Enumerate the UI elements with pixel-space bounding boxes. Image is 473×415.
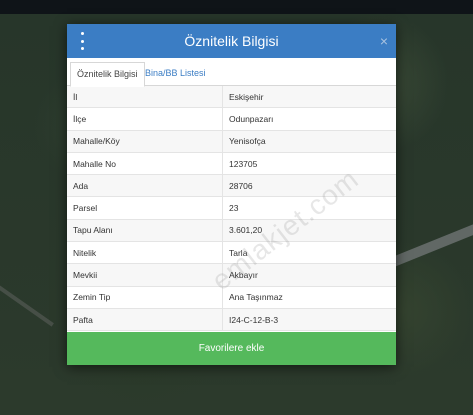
attribute-key: Mevkii	[67, 263, 223, 287]
attribute-table: İl Eskişehir İlçe Odunpazarı Mahalle/Köy Yeni…	[67, 86, 396, 332]
map-road	[383, 200, 473, 270]
attribute-key: Zemin Tip	[67, 286, 223, 309]
attribute-key: Pafta	[67, 308, 223, 332]
table-row: İlçe Odunpazarı	[67, 107, 396, 131]
attribute-value: 123705	[222, 152, 396, 176]
tab-building-list[interactable]: Bina/BB Listesi	[139, 62, 212, 85]
tab-attribute-info[interactable]: Öznitelik Bilgisi	[70, 62, 145, 87]
modal-header: Öznitelik Bilgisi ×	[67, 24, 396, 58]
table-row: Ada 28706	[67, 174, 396, 198]
attribute-key: Nitelik	[67, 241, 223, 265]
attribute-value: Ana Taşınmaz	[222, 286, 396, 309]
table-row: Tapu Alanı 3.601,20	[67, 219, 396, 243]
attribute-value: Tarla	[222, 241, 396, 265]
attribute-value: 28706	[222, 174, 396, 198]
attribute-value: Odunpazarı	[222, 107, 396, 131]
attribute-value: Yenisofça	[222, 130, 396, 153]
attribute-value: 3.601,20	[222, 219, 396, 243]
attribute-key: Ada	[67, 174, 223, 198]
close-icon[interactable]: ×	[380, 24, 388, 58]
table-row: Parsel 23	[67, 196, 396, 220]
attribute-key: İl	[67, 86, 223, 109]
attribute-value: Akbayır	[222, 263, 396, 287]
attribute-key: Parsel	[67, 196, 223, 220]
table-row: Mahalle No 123705	[67, 152, 396, 176]
table-row: Zemin Tip Ana Taşınmaz	[67, 286, 396, 309]
add-to-favorites-button[interactable]: Favorilere ekle	[67, 332, 396, 365]
table-row: Pafta I24-C-12-B-3	[67, 308, 396, 332]
attribute-key: Mahalle/Köy	[67, 130, 223, 153]
attribute-key: Mahalle No	[67, 152, 223, 176]
attribute-key: İlçe	[67, 107, 223, 131]
table-row: Nitelik Tarla	[67, 241, 396, 265]
table-row: Mevkii Akbayır	[67, 263, 396, 287]
modal-title: Öznitelik Bilgisi	[184, 33, 279, 49]
table-row: Mahalle/Köy Yenisofça	[67, 130, 396, 153]
attribute-key: Tapu Alanı	[67, 219, 223, 243]
attribute-value: I24-C-12-B-3	[222, 308, 396, 332]
map-path	[0, 277, 54, 327]
attribute-value: 23	[222, 196, 396, 220]
attribute-value: Eskişehir	[222, 86, 396, 109]
table-row: İl Eskişehir	[67, 86, 396, 109]
tab-bar: Öznitelik Bilgisi Bina/BB Listesi	[67, 58, 396, 87]
attribute-info-modal: Öznitelik Bilgisi × Öznitelik Bilgisi Bi…	[67, 24, 396, 365]
